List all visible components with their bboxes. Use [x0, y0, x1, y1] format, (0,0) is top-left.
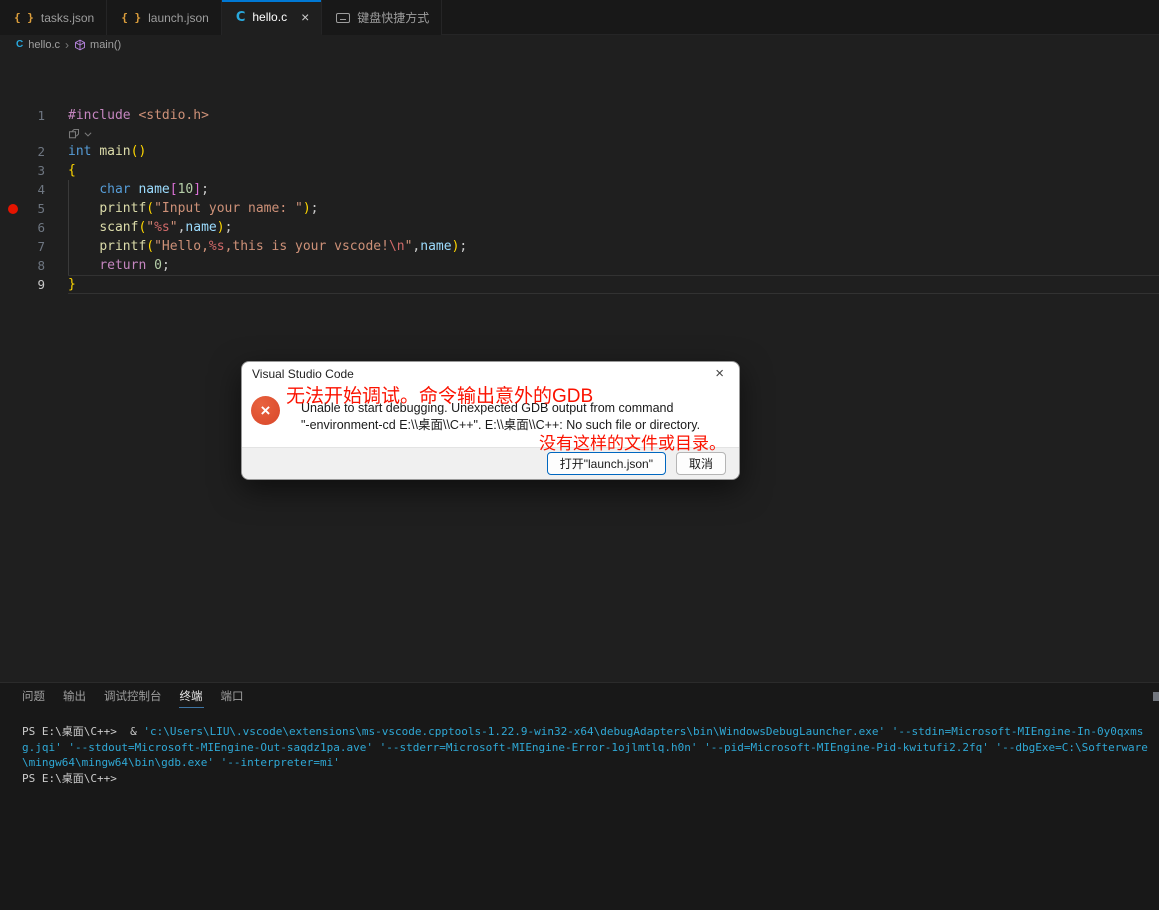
code-line-5[interactable]: 5 printf("Input your name: ");: [0, 199, 1159, 218]
json-braces-icon: { }: [14, 11, 34, 24]
code-text: scanf("%s",name);: [99, 220, 233, 235]
line-number: 6: [37, 220, 45, 235]
annotation-top: 无法开始调试。命令输出意外的GDB: [286, 386, 594, 407]
line-number: 7: [37, 239, 45, 254]
gutter[interactable]: 5: [0, 199, 68, 218]
code-line-6[interactable]: 6 scanf("%s",name);: [0, 218, 1159, 237]
error-dialog: Visual Studio Code × × Unable to start d…: [241, 361, 740, 480]
terminal-line: PS E:\桌面\C++>: [22, 771, 117, 785]
tab-label: tasks.json: [40, 10, 95, 25]
editor-tab-bar: { } tasks.json { } launch.json Chello.c × 键盘快捷…: [0, 0, 1159, 35]
annotation-bottom: 没有这样的文件或目录。: [539, 434, 726, 453]
code-line-8[interactable]: 8 return 0;: [0, 256, 1159, 275]
panel-tabs: 问题 输出 调试控制台 终端 端口: [13, 683, 253, 712]
code-text: return 0;: [99, 258, 170, 273]
gutter[interactable]: 6: [0, 218, 68, 237]
bottom-panel: 问题 输出 调试控制台 终端 端口 PS E:\桌面\C++> & 'c:\Users\…: [0, 682, 1159, 910]
code-line-1[interactable]: 1 #include <stdio.h>: [0, 106, 1159, 125]
code-action-row[interactable]: [68, 125, 93, 142]
code-line-2[interactable]: 2 int main(): [0, 142, 1159, 161]
panel-tab-调试控制台[interactable]: 调试控制台: [95, 683, 171, 712]
code-text: printf("Input your name: ");: [99, 201, 319, 216]
line-number: 2: [37, 144, 45, 159]
code-text: int main(): [68, 144, 147, 159]
code-text: {: [68, 163, 76, 178]
code-line-9[interactable]: 9}: [0, 275, 1159, 294]
gutter[interactable]: 9: [0, 275, 68, 294]
terminal-line: PS E:\桌面\C++> & 'c:\Users\LIU\.vscode\ex…: [22, 725, 1144, 738]
tab-label: launch.json: [148, 10, 209, 25]
tab-键盘快捷方式[interactable]: 键盘快捷方式: [322, 0, 443, 35]
line-number: 8: [37, 258, 45, 273]
line-number: 9: [37, 277, 45, 292]
tab-close-icon[interactable]: ×: [301, 10, 309, 24]
breadcrumb: C hello.c › main(): [0, 36, 1159, 53]
error-icon: ×: [251, 396, 280, 425]
cancel-button[interactable]: 取消: [675, 452, 726, 475]
panel-tab-输出[interactable]: 输出: [54, 683, 95, 712]
panel-tab-终端[interactable]: 终端: [171, 683, 212, 712]
tab-label: hello.c: [252, 10, 288, 24]
symbol-method-icon: [75, 39, 86, 50]
panel-tab-问题[interactable]: 问题: [13, 683, 54, 712]
c-file-icon: C: [16, 39, 24, 50]
breadcrumb-symbol[interactable]: main(): [90, 39, 121, 51]
terminal-line: g.jqi' '--stdout=Microsoft-MIEngine-Out-…: [22, 740, 1148, 754]
line-number: 4: [37, 182, 45, 197]
chevron-down-icon[interactable]: [83, 129, 93, 139]
code-action-icon[interactable]: [68, 128, 80, 140]
line-number: 1: [37, 108, 45, 123]
code-line-4[interactable]: 4 char name[10];: [0, 180, 1159, 199]
vscode-window: { } tasks.json { } launch.json Chello.c × 键盘快捷…: [0, 0, 1159, 910]
code-text: #include <stdio.h>: [68, 108, 209, 123]
terminal-line: \mingw64\mingw64\bin\gdb.exe' '--interpr…: [22, 756, 340, 769]
dialog-close-icon[interactable]: ×: [711, 365, 728, 382]
json-braces-icon: { }: [121, 11, 142, 24]
terminal-output[interactable]: PS E:\桌面\C++> & 'c:\Users\LIU\.vscode\ex…: [22, 724, 1155, 786]
line-number: 5: [37, 201, 45, 216]
chevron-right-icon: ›: [65, 37, 70, 52]
code-text: char name[10];: [99, 182, 209, 197]
panel-toolbar-partial-icon[interactable]: [1153, 692, 1159, 701]
keyboard-icon: [336, 12, 351, 23]
breakpoint-icon[interactable]: [8, 203, 18, 214]
gutter[interactable]: 8: [0, 256, 68, 275]
c-file-icon: C: [235, 9, 246, 25]
open-launch-json-button[interactable]: 打开"launch.json": [546, 452, 666, 475]
gutter[interactable]: 3: [0, 161, 68, 180]
code-line-7[interactable]: 7 printf("Hello,%s,this is your vscode!\…: [0, 237, 1159, 256]
breadcrumb-file[interactable]: hello.c: [28, 39, 60, 51]
gutter[interactable]: 2: [0, 142, 68, 161]
gutter[interactable]: 4: [0, 180, 68, 199]
gutter[interactable]: 7: [0, 237, 68, 256]
tab-tasks.json[interactable]: { } tasks.json: [0, 0, 108, 35]
tab-hello.c[interactable]: Chello.c ×: [221, 0, 323, 35]
code-text: }: [68, 275, 1159, 294]
code-line-3[interactable]: 3{: [0, 161, 1159, 180]
code-text: printf("Hello,%s,this is your vscode!\n"…: [99, 239, 468, 254]
panel-tab-端口[interactable]: 端口: [212, 683, 253, 712]
tab-launch.json[interactable]: { } launch.json: [107, 0, 222, 35]
tab-label: 键盘快捷方式: [357, 11, 430, 25]
line-number: 3: [37, 163, 45, 178]
gutter[interactable]: 1: [0, 106, 68, 125]
